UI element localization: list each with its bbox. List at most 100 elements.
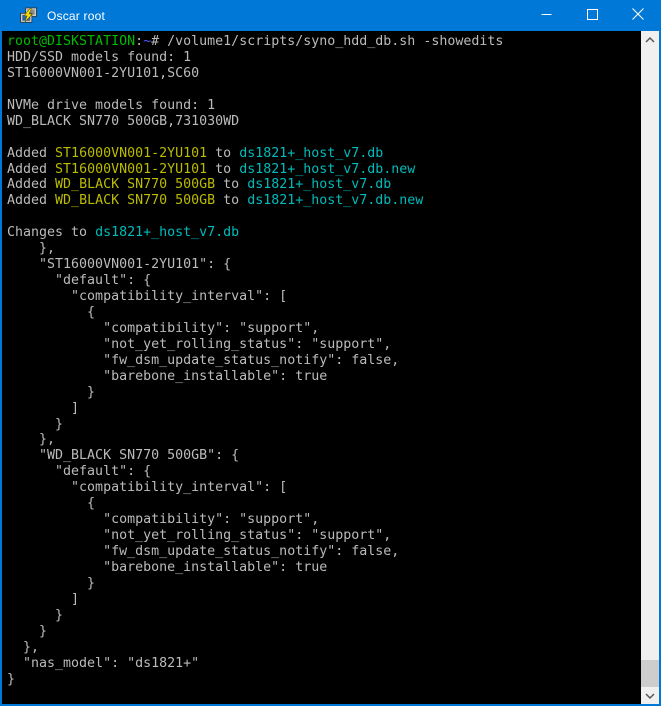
terminal-text-segment: ds1821+_host_v7.db (95, 225, 239, 240)
terminal-line: Added ST16000VN001-2YU101 to ds1821+_hos… (7, 162, 641, 178)
terminal-line: Added WD_BLACK SN770 500GB to ds1821+_ho… (7, 177, 641, 193)
terminal-line: "fw_dsm_update_status_notify": false, (7, 353, 641, 369)
chevron-up-icon (645, 32, 655, 47)
putty-window: Oscar root root@DISKSTATION:~# /volume1/… (0, 0, 661, 706)
terminal-line: ] (7, 592, 641, 608)
terminal-text-segment: }, (7, 241, 55, 256)
terminal-line: } (7, 576, 641, 592)
terminal-text-segment: Added (7, 146, 55, 161)
scrollbar[interactable] (641, 31, 659, 704)
terminal-text-segment: } (7, 385, 95, 400)
terminal-text-segment: ST16000VN001-2YU101 (55, 162, 207, 177)
terminal-line: "not_yet_rolling_status": "support", (7, 528, 641, 544)
terminal-text-segment: } (7, 576, 95, 591)
terminal-text-segment: }, (7, 432, 55, 447)
terminal-text-segment: "WD_BLACK SN770 500GB": { (7, 448, 239, 463)
terminal-text-segment: WD_BLACK SN770 500GB,731030WD (7, 114, 239, 129)
terminal-text-segment: } (7, 672, 15, 687)
terminal-line: root@DISKSTATION:~# /volume1/scripts/syn… (7, 34, 641, 50)
terminal-text-segment: } (7, 624, 47, 639)
terminal-line: } (7, 672, 641, 688)
terminal-text-segment: "compatibility_interval": [ (7, 289, 287, 304)
terminal-text-segment: "compatibility": "support", (7, 321, 319, 336)
terminal-text-segment: ds1821+_host_v7.db.new (247, 193, 423, 208)
terminal-line: Changes to ds1821+_host_v7.db (7, 225, 641, 241)
terminal-line: }, (7, 432, 641, 448)
terminal-text-segment: WD_BLACK SN770 500GB (55, 177, 215, 192)
terminal-text-segment: "barebone_installable": true (7, 560, 327, 575)
terminal-text-segment: }, (7, 640, 39, 655)
minimize-icon (541, 8, 552, 23)
terminal-text-segment: to (215, 193, 247, 208)
terminal-line: Added ST16000VN001-2YU101 to ds1821+_hos… (7, 146, 641, 162)
terminal-text-segment: ST16000VN001-2YU101,SC60 (7, 66, 199, 81)
terminal-line (7, 82, 641, 98)
maximize-button[interactable] (569, 0, 615, 31)
terminal-line: } (7, 417, 641, 433)
terminal-line: "barebone_installable": true (7, 369, 641, 385)
terminal-text-segment: WD_BLACK SN770 500GB (55, 193, 215, 208)
close-button[interactable] (615, 0, 661, 31)
chevron-down-icon (645, 688, 655, 703)
terminal-line: }, (7, 640, 641, 656)
terminal-text-segment: "not_yet_rolling_status": "support", (7, 528, 391, 543)
terminal-line (7, 209, 641, 225)
terminal-text-segment: NVMe drive models found: 1 (7, 98, 215, 113)
terminal-text-segment: Added (7, 177, 55, 192)
terminal-line: } (7, 608, 641, 624)
terminal-text-segment: "fw_dsm_update_status_notify": false, (7, 353, 399, 368)
terminal-text-segment: Added (7, 162, 55, 177)
terminal-line: ST16000VN001-2YU101,SC60 (7, 66, 641, 82)
terminal-text-segment: /volume1/scripts/syno_hdd_db.sh -showedi… (167, 34, 503, 49)
terminal-text-segment: "default": { (7, 464, 151, 479)
terminal-line: } (7, 624, 641, 640)
terminal-text-segment: "compatibility": "support", (7, 512, 319, 527)
terminal-text-segment: "barebone_installable": true (7, 369, 327, 384)
terminal-line: Added WD_BLACK SN770 500GB to ds1821+_ho… (7, 193, 641, 209)
maximize-icon (587, 8, 598, 23)
minimize-button[interactable] (523, 0, 569, 31)
terminal-line: "compatibility_interval": [ (7, 289, 641, 305)
terminal-line: "compatibility": "support", (7, 321, 641, 337)
terminal-line (7, 130, 641, 146)
terminal-text-segment: "nas_model": "ds1821+" (7, 656, 199, 671)
terminal-text-segment: { (7, 496, 95, 511)
terminal-text-segment: ~ (143, 34, 151, 49)
terminal-text-segment: "default": { (7, 273, 151, 288)
terminal-text-segment: # (151, 34, 167, 49)
terminal-line: "compatibility": "support", (7, 512, 641, 528)
terminal-text-segment: { (7, 305, 95, 320)
terminal-text-segment: "ST16000VN001-2YU101": { (7, 257, 231, 272)
terminal-line: "default": { (7, 273, 641, 289)
terminal-text-segment: "compatibility_interval": [ (7, 480, 287, 495)
terminal-text-segment: } (7, 608, 63, 623)
terminal-text-segment: to (207, 162, 239, 177)
terminal-line: } (7, 385, 641, 401)
terminal-line: "not_yet_rolling_status": "support", (7, 337, 641, 353)
terminal-line: "ST16000VN001-2YU101": { (7, 257, 641, 273)
terminal-line: "default": { (7, 464, 641, 480)
scroll-up-button[interactable] (641, 31, 659, 48)
scroll-down-button[interactable] (641, 687, 659, 704)
terminal-line: ] (7, 401, 641, 417)
terminal-output[interactable]: root@DISKSTATION:~# /volume1/scripts/syn… (2, 31, 641, 704)
window-body: root@DISKSTATION:~# /volume1/scripts/syn… (2, 31, 659, 704)
putty-terminal-icon[interactable] (19, 7, 38, 25)
terminal-line: "fw_dsm_update_status_notify": false, (7, 544, 641, 560)
terminal-line: WD_BLACK SN770 500GB,731030WD (7, 114, 641, 130)
terminal-text-segment: : (135, 34, 143, 49)
close-icon (632, 8, 644, 23)
terminal-text-segment: to (207, 146, 239, 161)
window-title: Oscar root (47, 9, 105, 23)
terminal-text-segment: HDD/SSD models found: 1 (7, 50, 191, 65)
terminal-text-segment: ST16000VN001-2YU101 (55, 146, 207, 161)
terminal-line: HDD/SSD models found: 1 (7, 50, 641, 66)
terminal-line: NVMe drive models found: 1 (7, 98, 641, 114)
terminal-text-segment: Changes to (7, 225, 95, 240)
terminal-text-segment: ds1821+_host_v7.db (247, 177, 391, 192)
terminal-text-segment: "not_yet_rolling_status": "support", (7, 337, 391, 352)
terminal-text-segment: ] (7, 401, 79, 416)
terminal-line: }, (7, 241, 641, 257)
caption-buttons (523, 0, 661, 31)
titlebar[interactable]: Oscar root (0, 0, 661, 31)
